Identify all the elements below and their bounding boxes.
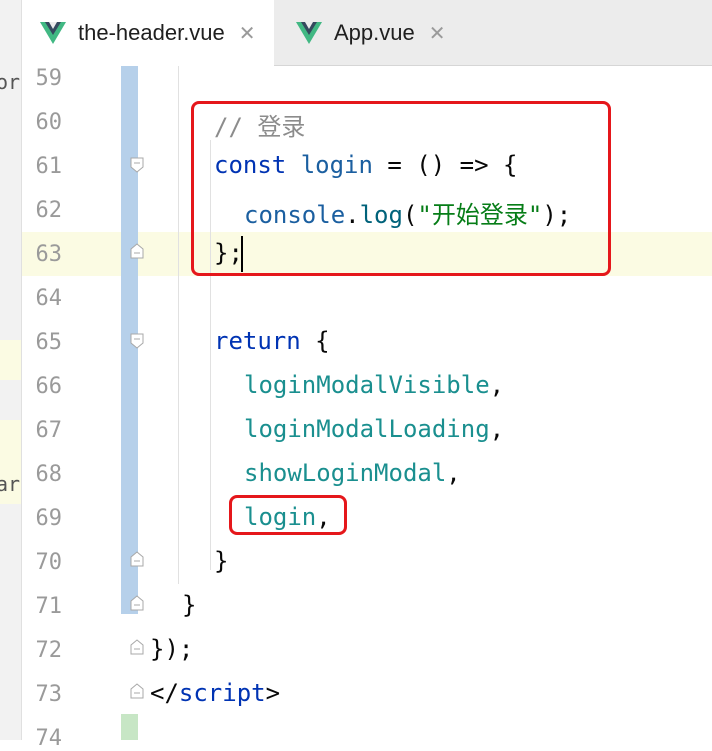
code-line-71: } <box>182 591 197 619</box>
fold-close-icon[interactable] <box>130 551 144 567</box>
indent-guide <box>178 66 179 584</box>
line-number: 70 <box>35 550 63 575</box>
highlight-box-login-return <box>229 495 347 535</box>
code-line-66: loginModalVisible, <box>244 371 505 399</box>
line-number: 73 <box>35 682 63 707</box>
fold-close-icon[interactable] <box>130 243 144 259</box>
line-number: 69 <box>35 506 63 531</box>
line-number: 71 <box>35 594 63 619</box>
code-line-73: </script> <box>150 679 281 707</box>
line-number: 72 <box>35 638 63 663</box>
highlight-box-login-function <box>191 101 611 276</box>
code-line-72: }); <box>150 635 194 663</box>
close-icon[interactable]: ✕ <box>239 21 256 46</box>
fold-close-icon[interactable] <box>130 595 144 611</box>
line-number: 63 <box>35 242 63 267</box>
fold-close-icon[interactable] <box>130 683 144 699</box>
close-icon[interactable]: ✕ <box>429 21 446 46</box>
left-panel-text: ar <box>0 472 21 496</box>
vcs-added-marker <box>121 714 138 740</box>
vue-logo-icon <box>40 22 66 44</box>
code-line-70: } <box>214 547 229 575</box>
tab-label: App.vue <box>334 20 415 45</box>
left-panel-stub: or ar <box>0 0 22 740</box>
fold-open-icon[interactable] <box>130 157 144 173</box>
line-number: 61 <box>35 154 63 179</box>
line-number: 68 <box>35 462 63 487</box>
line-number: 64 <box>35 286 63 311</box>
code-line-65: return { <box>214 327 330 355</box>
line-number: 62 <box>35 198 63 223</box>
line-number: 66 <box>35 374 63 399</box>
line-number: 67 <box>35 418 63 443</box>
code-line-68: showLoginModal, <box>244 459 461 487</box>
stub-highlight <box>0 340 21 380</box>
line-number: 59 <box>35 66 63 91</box>
fold-open-icon[interactable] <box>130 333 144 349</box>
tab-app-vue[interactable]: App.vue ✕ <box>296 0 466 66</box>
code-line-67: loginModalLoading, <box>244 415 505 443</box>
editor-tab-bar: the-header.vue ✕ App.vue ✕ <box>0 0 712 66</box>
line-number: 74 <box>35 726 63 751</box>
tab-label: the-header.vue <box>78 20 225 45</box>
line-number: 65 <box>35 330 63 355</box>
fold-close-icon[interactable] <box>130 639 144 655</box>
vue-logo-icon <box>296 22 322 44</box>
line-number: 60 <box>35 110 63 135</box>
tab-the-header-vue[interactable]: the-header.vue ✕ <box>22 0 274 66</box>
left-panel-text: or <box>0 70 21 94</box>
